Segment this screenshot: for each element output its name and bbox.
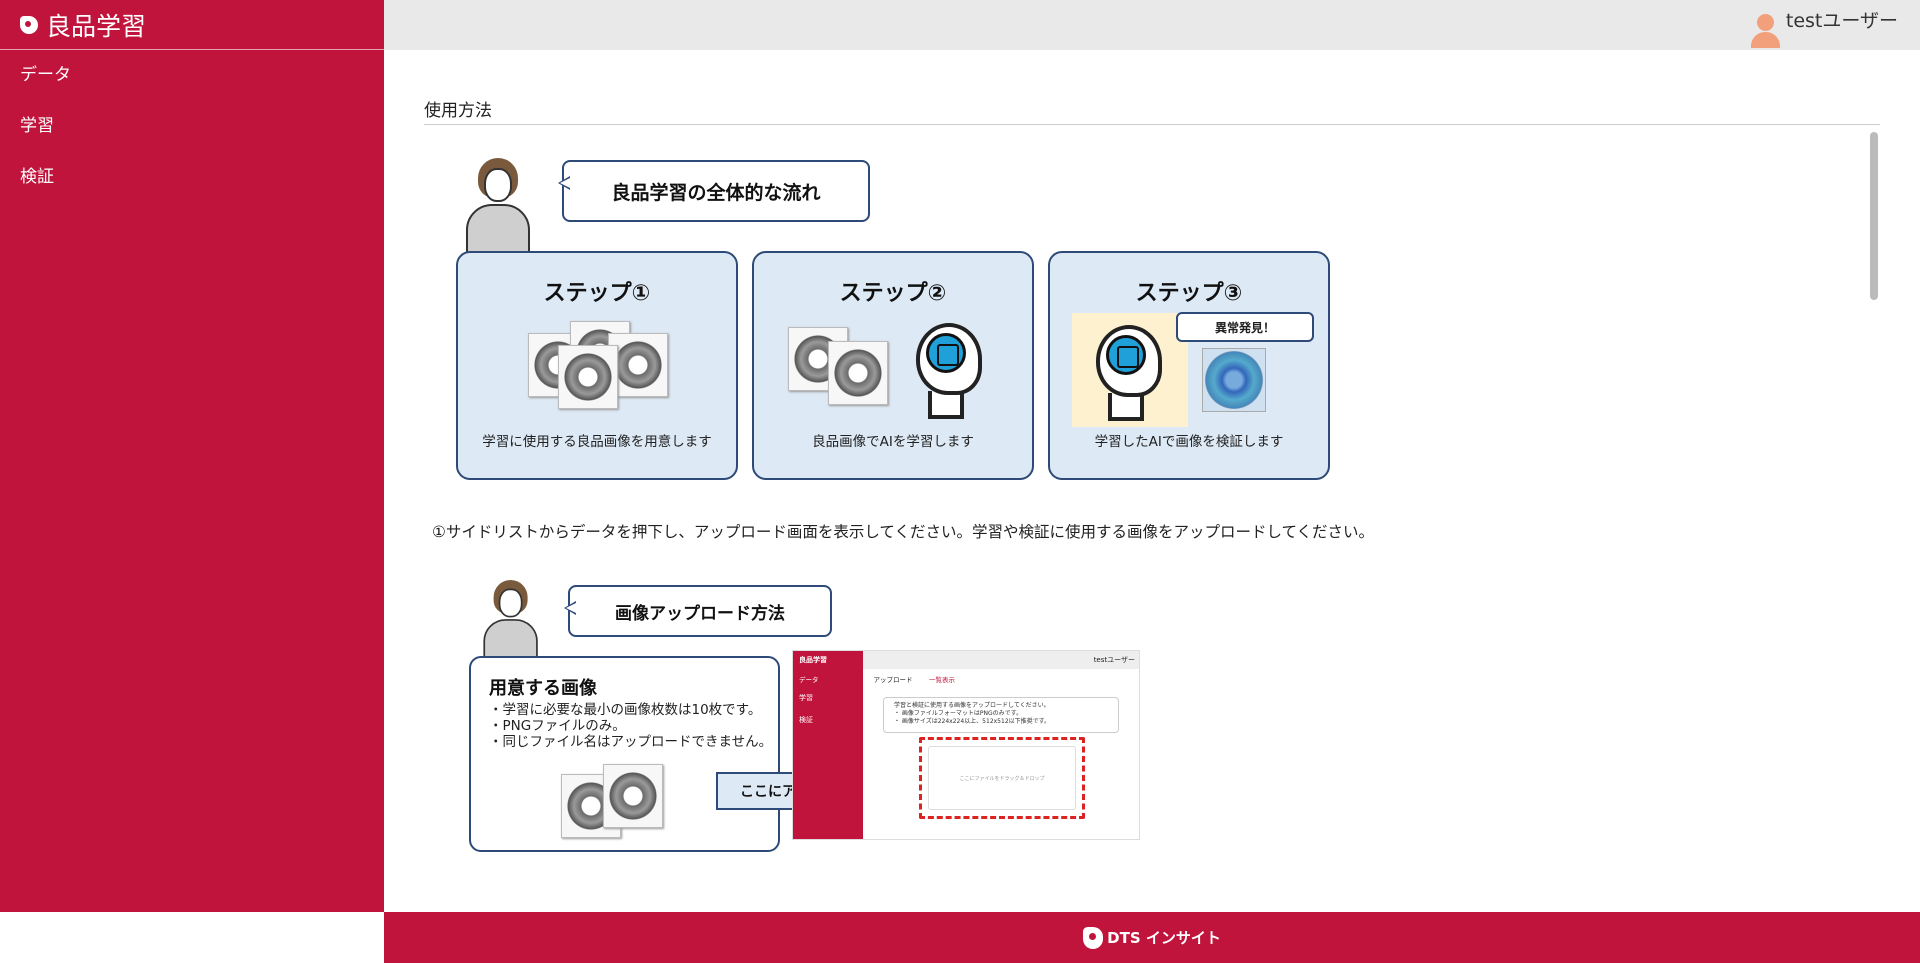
inspected-image bbox=[1202, 348, 1266, 412]
ai-brain-icon bbox=[1092, 321, 1170, 425]
app-brand[interactable]: 良品学習 bbox=[0, 0, 384, 50]
step-title: ステップ① bbox=[543, 281, 651, 306]
step-caption: 学習に使用する良品画像を用意します bbox=[482, 434, 712, 450]
brand-logo-icon bbox=[20, 15, 38, 34]
washer-image bbox=[558, 345, 618, 409]
preview-info-line: ・ 画像サイズは224x224以上、512x512以下推奨です。 bbox=[894, 718, 1051, 725]
step-card-3: ステップ③ 学習したAIで画像を検証します bbox=[1048, 251, 1330, 480]
preview-tab: データ bbox=[799, 676, 819, 684]
preview-drop-zone: ここにファイルをドラッグ＆ドロップ bbox=[919, 737, 1085, 819]
list-item: ・PNGファイルのみ。 bbox=[489, 718, 626, 734]
flow-title-bubble: 良品学習の全体的な流れ bbox=[558, 160, 870, 222]
preview-info-line: 学習と検証に使用する画像をアップロードしてください。 bbox=[894, 702, 1050, 709]
step-caption: 良品画像でAIを学習します bbox=[812, 434, 974, 450]
preview-info-line: ・ 画像ファイルフォーマットはPNGのみです。 bbox=[894, 710, 1023, 717]
step-card-2: ステップ② 良品画像でAIを学習します bbox=[752, 251, 1034, 480]
preview-side-item: 検証 bbox=[799, 716, 813, 724]
list-item: ・学習に必要な最小の画像枚数は10枚です。 bbox=[489, 702, 762, 718]
prepare-list: ・学習に必要な最小の画像枚数は10枚です。 ・PNGファイルのみ。 ・同じファイ… bbox=[489, 702, 772, 750]
page-title: 使用方法 bbox=[424, 96, 1880, 125]
step-title: ステップ② bbox=[839, 281, 947, 306]
washer-image bbox=[603, 764, 663, 828]
prepare-title: 用意する画像 bbox=[489, 678, 597, 699]
preview-drop-hint: ここにファイルをドラッグ＆ドロップ bbox=[928, 746, 1076, 810]
footer: DTS インサイト bbox=[384, 912, 1920, 963]
top-bar: testユーザー bbox=[384, 0, 1920, 50]
guide-person-icon bbox=[480, 580, 543, 662]
sidebar: 良品学習 データ 学習 検証 bbox=[0, 0, 384, 912]
preview-user: testユーザー bbox=[1093, 656, 1135, 664]
anomaly-bubble: 異常発見！ bbox=[1176, 312, 1314, 342]
preview-app-title: 良品学習 bbox=[799, 656, 827, 664]
preview-tab: アップロード bbox=[865, 669, 921, 687]
user-menu[interactable]: testユーザー bbox=[1750, 6, 1898, 50]
step-title: ステップ③ bbox=[1135, 281, 1243, 306]
preview-info-box: 学習と検証に使用する画像をアップロードしてください。 ・ 画像ファイルフォーマッ… bbox=[883, 697, 1119, 733]
step-caption: 学習したAIで画像を検証します bbox=[1094, 434, 1284, 450]
content-scrollbar[interactable] bbox=[1870, 132, 1878, 300]
preview-tab: 一覧表示 bbox=[929, 676, 955, 684]
step-card-1: ステップ① 学習に使用する良品画像を用意します bbox=[456, 251, 738, 480]
sidebar-item-data[interactable]: データ bbox=[0, 50, 384, 101]
user-avatar-icon bbox=[1750, 14, 1780, 50]
upload-screen-preview: 良品学習 学習 検証 testユーザー データ アップロード 一覧表示 学習と検… bbox=[792, 650, 1140, 840]
list-item: ・同じファイル名はアップロードできません。 bbox=[489, 734, 773, 750]
preview-topbar: testユーザー bbox=[863, 651, 1139, 669]
upload-title-bubble: 画像アップロード方法 bbox=[564, 585, 832, 637]
brand-logo-icon bbox=[1083, 926, 1104, 949]
sidebar-item-training[interactable]: 学習 bbox=[0, 101, 384, 152]
ai-brain-icon bbox=[912, 319, 990, 423]
user-name: testユーザー bbox=[1785, 10, 1898, 32]
footer-brand: DTS インサイト bbox=[1107, 929, 1221, 947]
preview-tabs: データ アップロード 一覧表示 bbox=[793, 669, 1139, 687]
guide-person-icon bbox=[462, 158, 536, 254]
washer-image bbox=[828, 341, 888, 405]
instruction-text: ①サイドリストからデータを押下し、アップロード画面を表示してください。学習や検証… bbox=[432, 523, 1375, 541]
sidebar-item-verification[interactable]: 検証 bbox=[0, 152, 384, 203]
app-title: 良品学習 bbox=[46, 11, 147, 41]
